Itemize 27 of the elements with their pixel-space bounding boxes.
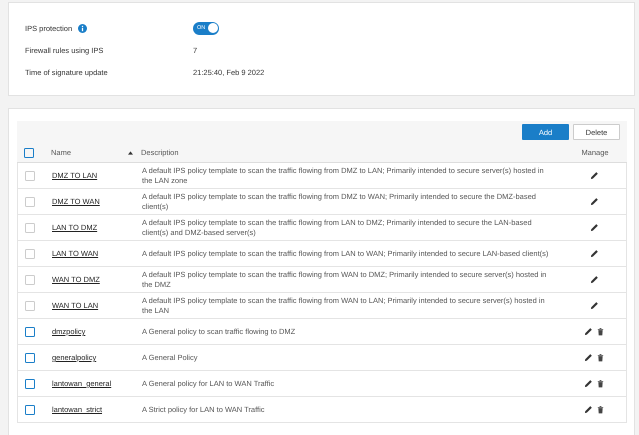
checkbox[interactable] [25, 274, 35, 284]
checkbox[interactable] [25, 170, 35, 180]
pencil-icon[interactable] [590, 171, 598, 180]
pencil-icon[interactable] [590, 275, 598, 284]
pencil-icon[interactable] [590, 223, 598, 232]
pencil-icon[interactable] [584, 353, 592, 362]
trash-icon[interactable] [596, 379, 604, 388]
pencil-icon[interactable] [584, 327, 592, 336]
pencil-icon[interactable] [590, 301, 598, 310]
pencil-icon[interactable] [584, 405, 592, 414]
trash-icon[interactable] [596, 327, 604, 336]
checkbox[interactable] [25, 222, 35, 232]
checkbox[interactable] [25, 326, 35, 336]
checkbox[interactable] [25, 378, 35, 388]
checkbox[interactable] [25, 300, 35, 310]
checkbox[interactable] [24, 148, 34, 158]
checkbox[interactable] [25, 248, 35, 258]
sort-icon[interactable] [128, 150, 133, 154]
pencil-icon[interactable] [590, 197, 598, 206]
checkbox[interactable] [25, 404, 35, 414]
checkbox[interactable] [25, 196, 35, 206]
checkbox[interactable] [25, 352, 35, 362]
pencil-icon[interactable] [584, 379, 592, 388]
info-icon[interactable] [78, 24, 88, 32]
trash-icon[interactable] [596, 353, 604, 362]
trash-icon[interactable] [596, 405, 604, 414]
pencil-icon[interactable] [590, 249, 598, 258]
